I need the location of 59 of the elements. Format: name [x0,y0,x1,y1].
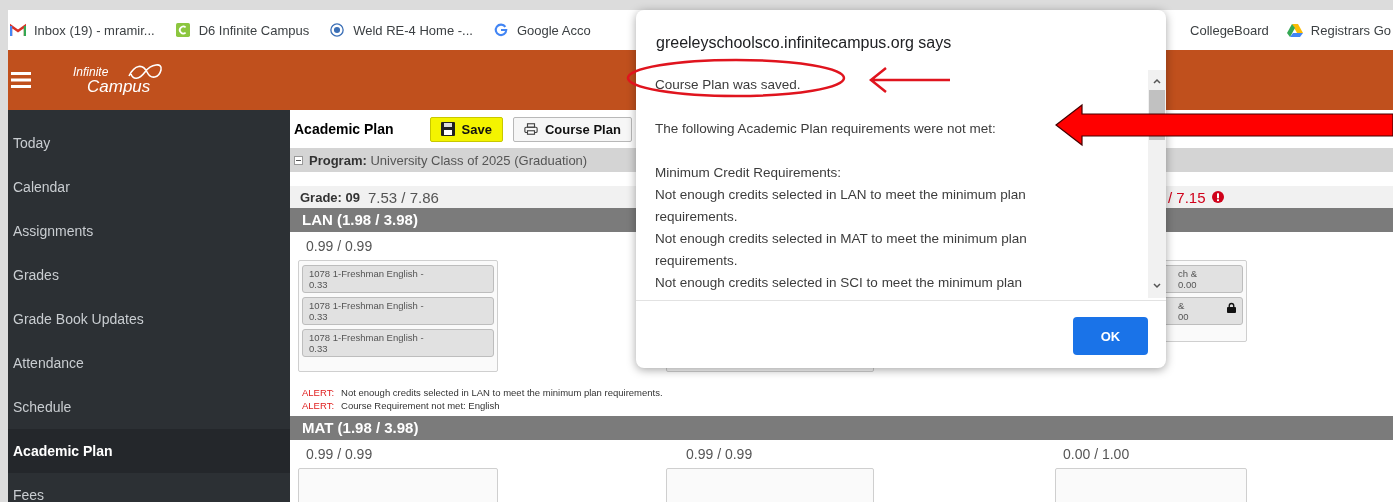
grade-credits: / 7.15 [1168,188,1206,206]
sidebar-item[interactable]: Fees [8,473,290,502]
page-title: Academic Plan [294,121,394,137]
course-card[interactable]: 1078 1-Freshman English - 0.33 [302,297,494,325]
bookmark-link[interactable]: Weld RE-4 Home -... [329,22,473,38]
grade-credits: 7.53 / 7.86 [368,188,439,206]
triangle-icon [1286,23,1303,37]
program-text: Program: University Class of 2025 (Graduation) [309,152,588,168]
exclamation-icon [1211,191,1224,203]
logo-text: Infinite [73,65,110,78]
grade-label: Grade: 09 [300,189,360,205]
g-icon [492,23,509,37]
lock-icon [1227,302,1236,313]
save-button[interactable]: Save [429,116,503,142]
course-name: 1078 1-Freshman English - 0.33 [309,300,424,322]
credits-text: 0.99 / 0.99 [686,446,753,462]
alert-text: Not enough credits selected in LAN to meet the minimum plan requirements. [341,386,663,399]
menu-icon[interactable] [11,72,31,88]
c-tile-icon [174,23,191,37]
print-button[interactable]: Course Plan [513,116,632,142]
sidebar-item[interactable]: Today [8,121,290,165]
course-name: & 00 [1178,300,1189,322]
sidebar-item[interactable]: Academic Plan [8,429,290,473]
credits-text: 0.99 / 0.99 [306,446,373,462]
alert-label: ALERT: [302,386,335,399]
swirl-icon [125,61,165,82]
course-name: 1078 1-Freshman English - 0.33 [309,332,424,354]
section-header: MAT (1.98 / 3.98) [290,416,1393,440]
logo-text: Campus [87,77,151,95]
dialog-text: Not enough credits selected in MAT to meet the minimum plan requirements. [655,230,1028,270]
seal-icon [329,23,346,37]
credits-text: 0.99 / 0.99 [306,238,373,254]
bookmark-link[interactable]: Google Acco [492,22,591,38]
alert-text: Course Requirement not met: English [341,399,500,412]
dialog-title: greeleyschoolsco.infinitecampus.org says [655,33,953,53]
dialog-text: Not enough credits selected in SCI to meet the minimum plan [655,274,1022,292]
sidebar-item[interactable]: Assignments [8,209,290,253]
sidebar-item[interactable]: Attendance [8,341,290,385]
bookmark-link[interactable]: Registrars Go [1286,22,1391,38]
dialog-text: The following Academic Plan requirements were not met: [655,120,996,138]
sidebar-item[interactable]: Schedule [8,385,290,429]
minus-box-icon[interactable] [294,155,303,165]
dialog-text: Minimum Credit Requirements: [655,164,842,182]
course-name: ch & 0.00 [1178,268,1197,290]
sidebar-item[interactable]: Calendar [8,165,290,209]
bookmark-link[interactable]: Inbox (19) - mramir... [10,22,155,38]
sidebar-item[interactable]: Grade Book Updates [8,297,290,341]
ok-button[interactable]: OK [1073,317,1148,355]
alert-label: ALERT: [302,399,335,412]
course-card[interactable]: 1078 1-Freshman English - 0.33 [302,265,494,293]
bookmark-link[interactable]: D6 Infinite Campus [174,22,310,38]
printer-icon [524,122,538,136]
credits-text: 0.00 / 1.00 [1063,446,1130,462]
course-name: 1078 1-Freshman English - 0.33 [309,268,424,290]
envelope-m-icon [10,23,26,37]
bookmark-link[interactable]: CollegeBoard [1190,22,1269,38]
saved-message: Course Plan was saved. [655,76,801,94]
course-card[interactable]: 1078 1-Freshman English - 0.33 [302,329,494,357]
sidebar-item[interactable]: Grades [8,253,290,297]
